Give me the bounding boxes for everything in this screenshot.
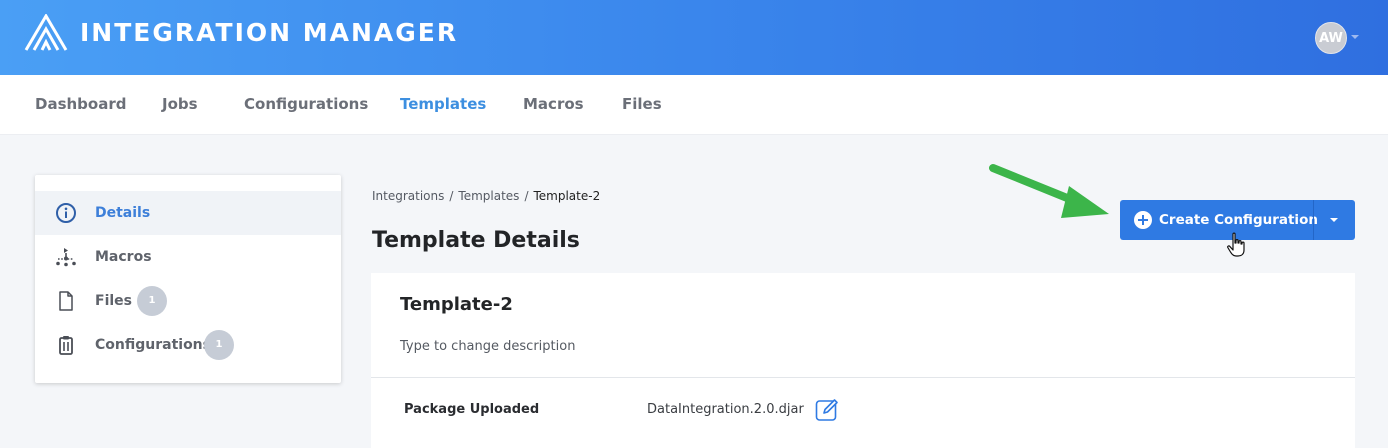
nav-item-jobs[interactable]: Jobs <box>162 95 198 113</box>
template-name: Template-2 <box>400 294 513 315</box>
nav-item-templates[interactable]: Templates <box>400 95 486 113</box>
nav-item-macros[interactable]: Macros <box>523 95 584 113</box>
breadcrumb: Integrations / Templates / Template-2 <box>372 189 600 203</box>
create-configuration-button[interactable]: Create Configuration <box>1120 200 1318 240</box>
sidebar-item-label: Details <box>95 205 151 221</box>
sidebar-item-files[interactable]: Files 1 <box>35 279 341 323</box>
nav-item-dashboard[interactable]: Dashboard <box>35 95 126 113</box>
breadcrumb-separator: / <box>524 189 529 203</box>
plus-circle-icon <box>1134 211 1152 229</box>
package-filename: DataIntegration.2.0.djar <box>647 402 804 417</box>
clipboard-icon <box>59 336 73 355</box>
create-options-dropdown-button[interactable] <box>1314 200 1355 240</box>
app-title: INTEGRATION MANAGER <box>80 18 459 47</box>
app-logo-icon[interactable] <box>24 14 68 52</box>
chevron-down-icon <box>1330 218 1338 222</box>
sidebar-item-label: Files <box>95 293 132 309</box>
nav-item-configurations[interactable]: Configurations <box>244 95 368 113</box>
main-nav: Dashboard Jobs Configurations Templates … <box>0 75 1388 135</box>
breadcrumb-separator: / <box>449 189 454 203</box>
user-avatar[interactable]: AW <box>1315 22 1347 54</box>
template-details-card: Template-2 Type to change description Pa… <box>371 273 1355 448</box>
card-divider <box>371 377 1355 378</box>
sidebar-item-configurations[interactable]: Configurations 1 <box>35 323 341 367</box>
chevron-down-icon[interactable] <box>1351 35 1359 39</box>
file-icon <box>59 291 73 311</box>
sidebar-item-details[interactable]: Details <box>35 191 341 235</box>
sidebar-item-label: Configurations <box>95 337 211 353</box>
breadcrumb-integrations[interactable]: Integrations <box>372 189 444 203</box>
app-header: INTEGRATION MANAGER AW <box>0 0 1388 75</box>
create-configuration-label: Create Configuration <box>1159 212 1318 228</box>
page-title: Template Details <box>372 228 580 253</box>
configurations-count-badge: 1 <box>204 330 234 360</box>
breadcrumb-templates[interactable]: Templates <box>458 189 519 203</box>
description-field[interactable]: Type to change description <box>400 339 575 354</box>
files-count-badge: 1 <box>137 286 167 316</box>
template-sidebar: Details Macros Files 1 Configurations 1 <box>35 175 341 383</box>
hand-pointer-icon <box>1227 232 1245 257</box>
flow-icon <box>56 248 76 267</box>
info-icon <box>56 203 76 223</box>
breadcrumb-current: Template-2 <box>533 189 601 203</box>
sidebar-item-label: Macros <box>95 249 152 265</box>
nav-item-files[interactable]: Files <box>622 95 662 113</box>
package-uploaded-label: Package Uploaded <box>404 402 540 417</box>
sidebar-item-macros[interactable]: Macros <box>35 235 341 279</box>
annotation-arrow-icon <box>989 164 1109 218</box>
edit-icon[interactable] <box>815 397 840 422</box>
